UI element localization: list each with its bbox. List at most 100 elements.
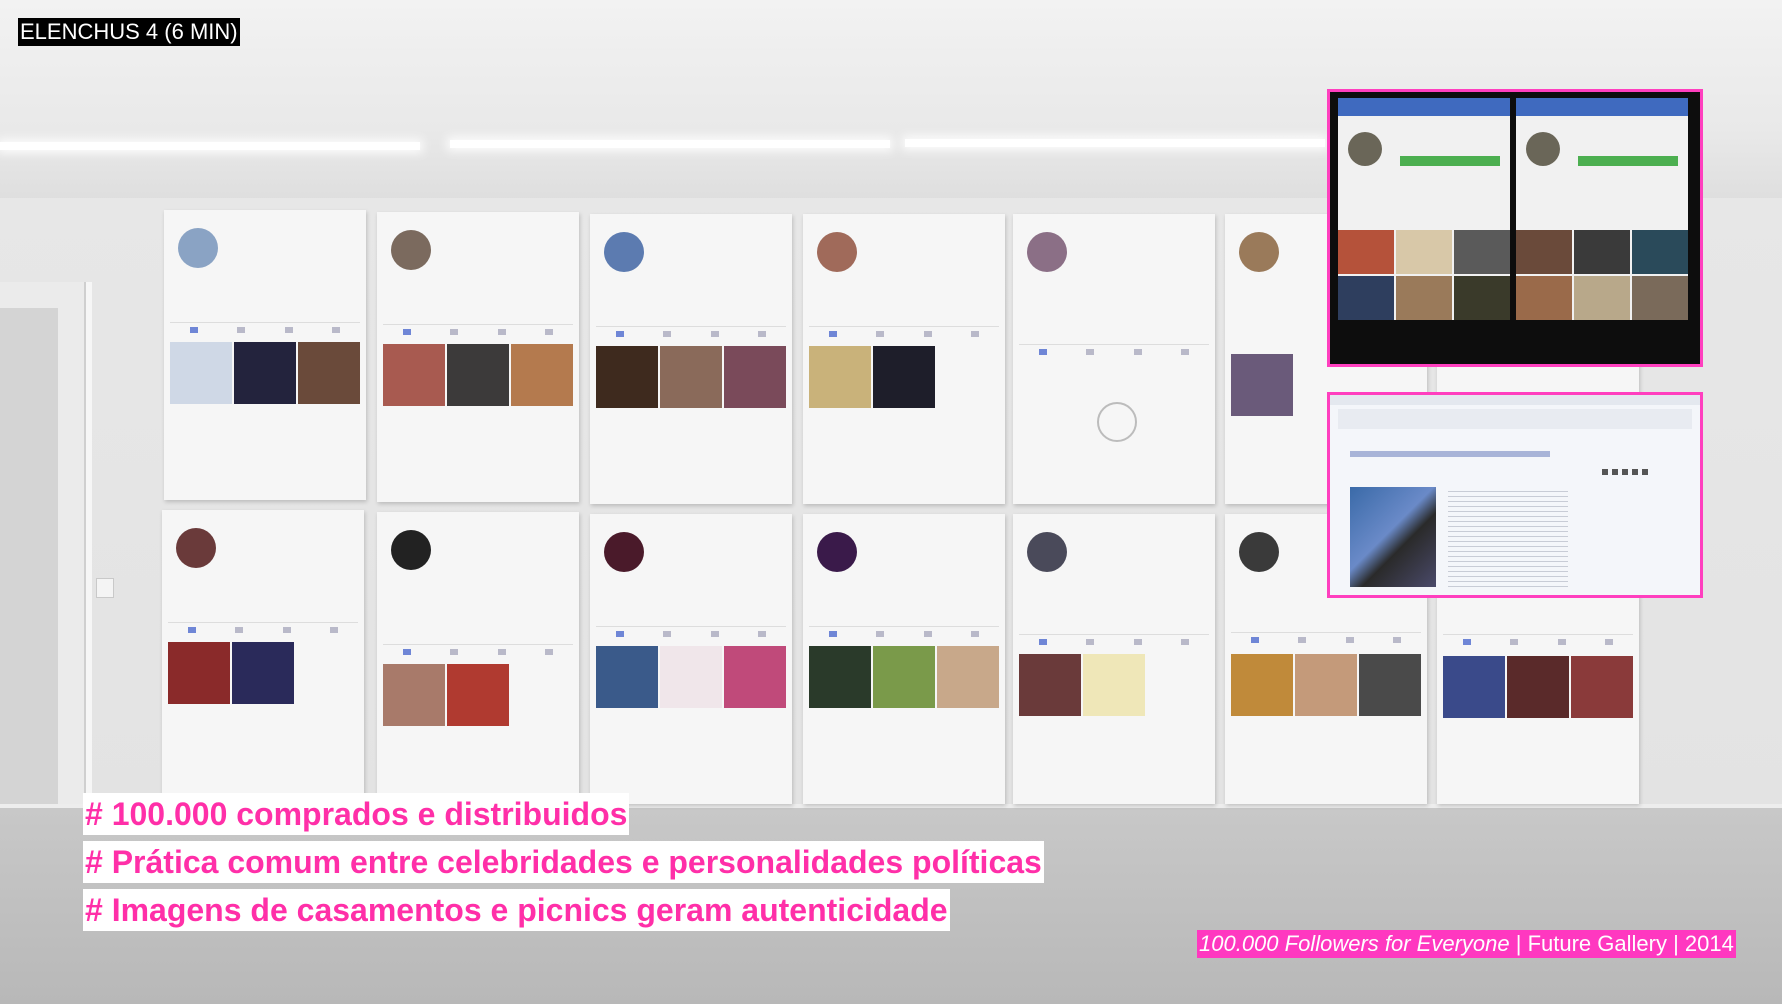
list-icon — [1510, 639, 1519, 645]
person-tag-icon — [330, 627, 339, 633]
list-icon — [235, 627, 244, 633]
artwork-title: 100.000 Followers for Everyone — [1199, 931, 1510, 956]
profile-panel — [803, 214, 1005, 504]
following-indicator — [1400, 156, 1500, 166]
person-tag-icon — [1181, 349, 1190, 355]
photo-grid — [168, 642, 358, 704]
grid-icon — [828, 631, 837, 637]
person-tag-icon — [758, 331, 767, 337]
article-image — [1350, 487, 1436, 587]
list-icon — [450, 329, 459, 335]
following-indicator — [1578, 156, 1678, 166]
grid-icon — [615, 631, 624, 637]
avatar — [1027, 232, 1067, 272]
profile-tabs — [1231, 632, 1421, 645]
photo-grid — [1443, 656, 1633, 718]
profile-tabs — [1443, 634, 1633, 647]
grid-icon — [187, 627, 196, 633]
profile-tabs — [1019, 634, 1209, 647]
avatar — [391, 230, 431, 270]
article-teaser-row — [1338, 409, 1692, 429]
article-text-block — [1448, 487, 1568, 587]
share-icons — [1602, 469, 1652, 475]
light-switch — [96, 578, 114, 598]
list-icon — [876, 631, 885, 637]
person-tag-icon — [758, 631, 767, 637]
grid-icon — [402, 329, 411, 335]
profile-tabs — [383, 644, 573, 657]
photo-grid — [1516, 230, 1688, 320]
article-header-bar — [1330, 395, 1700, 405]
grid-icon — [1462, 639, 1471, 645]
avatar — [176, 528, 216, 568]
location-icon — [497, 329, 506, 335]
location-icon — [1345, 637, 1354, 643]
profile-panel — [1013, 214, 1215, 504]
bullet-list: # 100.000 comprados e distribuidos # Prá… — [83, 793, 1044, 937]
ceiling-light — [905, 139, 1325, 147]
grid-icon — [1038, 349, 1047, 355]
profile-panel — [803, 514, 1005, 804]
location-icon — [282, 627, 291, 633]
photo-grid — [383, 664, 573, 726]
slide-title: ELENCHUS 4 (6 MIN) — [18, 18, 240, 46]
avatar — [1526, 132, 1560, 166]
photo-grid — [809, 346, 999, 408]
photo-grid — [1338, 230, 1510, 320]
list-icon — [663, 331, 672, 337]
avatar — [604, 532, 644, 572]
photo-grid — [596, 646, 786, 708]
person-tag-icon — [1605, 639, 1614, 645]
venue-name: Future Gallery — [1527, 931, 1667, 956]
person-tag-icon — [971, 331, 980, 337]
location-icon — [1133, 349, 1142, 355]
profile-panel — [164, 210, 366, 500]
location-icon — [710, 631, 719, 637]
location-icon — [923, 331, 932, 337]
photo-grid — [809, 646, 999, 708]
doorway — [0, 282, 92, 810]
profile-tabs — [168, 622, 358, 635]
location-icon — [1133, 639, 1142, 645]
bullet-item: # 100.000 comprados e distribuidos — [83, 793, 630, 835]
profile-panel — [1013, 514, 1215, 804]
list-icon — [663, 631, 672, 637]
avatar — [178, 228, 218, 268]
ceiling-light — [450, 140, 890, 148]
grid-icon — [828, 331, 837, 337]
phone-screenshot — [1338, 98, 1510, 320]
person-tag-icon — [545, 649, 554, 655]
grid-icon — [1038, 639, 1047, 645]
list-icon — [450, 649, 459, 655]
list-icon — [876, 331, 885, 337]
avatar — [817, 232, 857, 272]
avatar — [391, 530, 431, 570]
list-icon — [1298, 637, 1307, 643]
bullet-item: # Imagens de casamentos e picnics geram … — [83, 889, 950, 931]
profile-panel — [377, 212, 579, 502]
camera-icon — [1097, 402, 1137, 442]
list-icon — [1086, 349, 1095, 355]
photo-grid — [1231, 654, 1421, 716]
person-tag-icon — [1181, 639, 1190, 645]
artwork-credit: 100.000 Followers for Everyone | Future … — [1197, 930, 1736, 958]
avatar — [604, 232, 644, 272]
phone-screenshot — [1516, 98, 1688, 320]
profile-panel — [590, 214, 792, 504]
profile-tabs — [596, 326, 786, 339]
grid-icon — [189, 327, 198, 333]
grid-icon — [1250, 637, 1259, 643]
grid-icon — [615, 331, 624, 337]
list-icon — [1086, 639, 1095, 645]
avatar — [817, 532, 857, 572]
person-tag-icon — [1393, 637, 1402, 643]
avatar — [1239, 532, 1279, 572]
profile-tabs — [383, 324, 573, 337]
article-headline-line — [1350, 451, 1550, 457]
person-tag-icon — [971, 631, 980, 637]
profile-panel — [162, 510, 364, 800]
ceiling-light — [0, 142, 420, 150]
location-icon — [710, 331, 719, 337]
avatar — [1239, 232, 1279, 272]
profile-tabs — [809, 626, 999, 639]
